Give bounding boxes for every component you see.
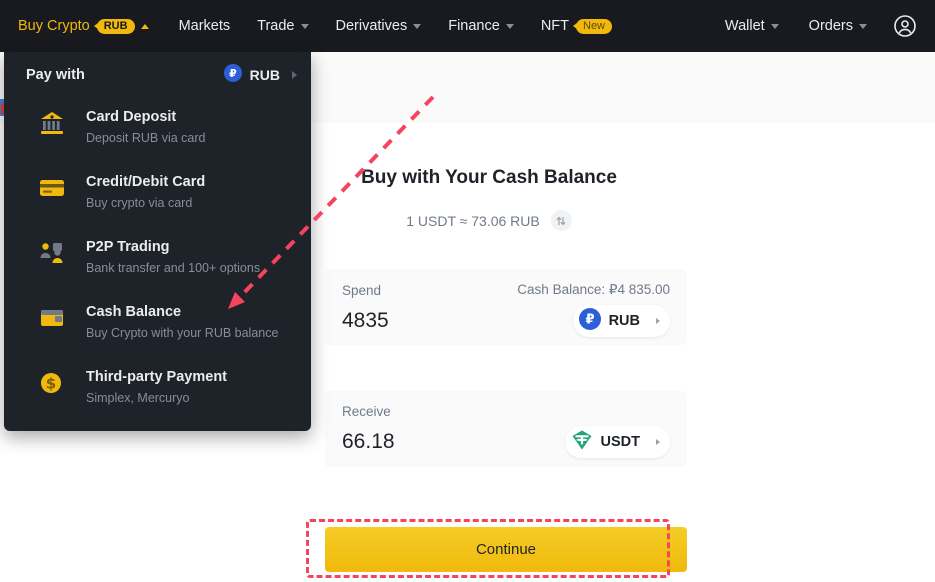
chevron-right-icon — [656, 439, 660, 445]
credit-card-icon — [38, 175, 68, 206]
svg-text:₽: ₽ — [229, 67, 237, 80]
page-edge-marker — [0, 99, 4, 116]
dropdown-item-title: P2P Trading — [86, 239, 170, 255]
nav-left-group: Buy Crypto RUB Markets Trade Derivatives… — [0, 18, 639, 34]
nav-right-group: Wallet Orders — [695, 14, 935, 38]
receive-currency-selector[interactable]: USDT — [565, 426, 670, 458]
dropdown-item-text: Credit/Debit Card Buy crypto via card — [86, 172, 205, 213]
dropdown-item-title: Third-party Payment — [86, 369, 227, 385]
p2p-people-icon — [38, 240, 68, 271]
nav-item-wallet[interactable]: Wallet — [725, 18, 779, 34]
caret-down-icon — [859, 24, 867, 29]
exchange-rate-row: 1 USDT ≈ 73.06 RUB — [308, 210, 670, 231]
user-account-icon[interactable] — [893, 14, 917, 38]
dropdown-item-subtitle: Buy crypto via card — [86, 194, 205, 213]
caret-down-icon — [301, 24, 309, 29]
receive-field-header: Receive — [342, 404, 670, 419]
nav-item-nft[interactable]: NFT New — [541, 18, 612, 34]
exchange-rate-text: 1 USDT ≈ 73.06 RUB — [406, 213, 539, 229]
spend-field-body: ₽ RUB — [342, 305, 670, 337]
dropdown-item-title: Credit/Debit Card — [86, 174, 205, 190]
spend-field: Spend Cash Balance: ₽4 835.00 ₽ RUB — [325, 269, 687, 345]
nav-item-orders[interactable]: Orders — [809, 18, 867, 34]
nav-item-label: Markets — [179, 18, 231, 34]
dropdown-item-text: Third-party Payment Simplex, Mercuryo — [86, 367, 227, 408]
page-title: Buy with Your Cash Balance — [308, 167, 670, 189]
dropdown-item-third-party-payment[interactable]: $ Third-party Payment Simplex, Mercuryo — [4, 358, 311, 423]
dropdown-item-title: Card Deposit — [86, 109, 176, 125]
swap-vertical-icon[interactable] — [551, 210, 572, 231]
nav-badge-rub: RUB — [97, 19, 135, 34]
dropdown-item-subtitle: Deposit RUB via card — [86, 129, 206, 148]
caret-up-icon — [141, 24, 149, 29]
dropdown-item-subtitle: Bank transfer and 100+ options — [86, 259, 260, 278]
nav-badge-new: New — [576, 19, 612, 34]
dropdown-item-p2p-trading[interactable]: P2P Trading Bank transfer and 100+ optio… — [4, 228, 311, 293]
dropdown-item-cash-balance[interactable]: Cash Balance Buy Crypto with your RUB ba… — [4, 293, 311, 358]
nav-item-label: Trade — [257, 18, 294, 34]
nav-item-finance[interactable]: Finance — [448, 18, 514, 34]
caret-down-icon — [506, 24, 514, 29]
receive-currency-label: USDT — [601, 434, 640, 450]
dropdown-item-subtitle: Simplex, Mercuryo — [86, 389, 227, 408]
spend-field-header: Spend Cash Balance: ₽4 835.00 — [342, 282, 670, 298]
pay-with-label: Pay with — [26, 67, 85, 83]
spend-amount-input[interactable] — [342, 309, 502, 333]
nav-item-label: Buy Crypto — [18, 18, 90, 34]
nav-item-label: Orders — [809, 18, 853, 34]
nav-item-label: Wallet — [725, 18, 765, 34]
rub-coin-icon: ₽ — [579, 308, 601, 335]
dollar-coin-icon: $ — [38, 370, 68, 401]
svg-text:₽: ₽ — [585, 312, 594, 327]
dropdown-item-credit-debit-card[interactable]: Credit/Debit Card Buy crypto via card — [4, 163, 311, 228]
dropdown-item-subtitle: Buy Crypto with your RUB balance — [86, 324, 278, 343]
caret-down-icon — [771, 24, 779, 29]
buy-crypto-card: Buy with Your Cash Balance 1 USDT ≈ 73.0… — [308, 123, 670, 582]
rub-coin-icon: ₽ — [224, 64, 242, 87]
continue-button[interactable]: Continue — [325, 527, 687, 572]
dropdown-header: Pay with ₽ RUB — [4, 52, 311, 98]
receive-field-body: USDT — [342, 426, 670, 458]
nav-item-markets[interactable]: Markets — [179, 18, 231, 34]
page-root: Buy Crypto RUB Markets Trade Derivatives… — [0, 0, 935, 582]
currency-code-label: RUB — [250, 67, 280, 83]
top-navigation-bar: Buy Crypto RUB Markets Trade Derivatives… — [0, 0, 935, 52]
dropdown-item-title: Cash Balance — [86, 304, 181, 320]
buy-crypto-dropdown-panel: Pay with ₽ RUB — [4, 52, 311, 431]
cash-balance-label: Cash Balance: ₽4 835.00 — [517, 282, 670, 298]
dropdown-item-text: Card Deposit Deposit RUB via card — [86, 107, 206, 148]
spend-currency-selector[interactable]: ₽ RUB — [573, 305, 670, 337]
wallet-icon — [38, 305, 68, 336]
nav-item-buy-crypto[interactable]: Buy Crypto RUB — [18, 18, 149, 34]
bank-icon — [38, 110, 68, 141]
nav-item-label: NFT — [541, 18, 569, 34]
dropdown-item-text: Cash Balance Buy Crypto with your RUB ba… — [86, 302, 278, 343]
svg-text:$: $ — [46, 375, 56, 393]
tether-icon — [571, 429, 593, 456]
receive-amount-input[interactable] — [342, 430, 502, 454]
spend-label: Spend — [342, 283, 381, 298]
receive-field: Receive USDT — [325, 391, 687, 467]
chevron-right-icon — [292, 71, 297, 79]
nav-item-label: Finance — [448, 18, 500, 34]
nav-item-derivatives[interactable]: Derivatives — [336, 18, 422, 34]
chevron-right-icon — [656, 318, 660, 324]
receive-label: Receive — [342, 404, 391, 419]
nav-item-trade[interactable]: Trade — [257, 18, 308, 34]
caret-down-icon — [413, 24, 421, 29]
dropdown-item-text: P2P Trading Bank transfer and 100+ optio… — [86, 237, 260, 278]
spend-currency-label: RUB — [609, 313, 640, 329]
nav-item-label: Derivatives — [336, 18, 408, 34]
currency-selector[interactable]: ₽ RUB — [224, 64, 297, 87]
dropdown-item-card-deposit[interactable]: Card Deposit Deposit RUB via card — [4, 98, 311, 163]
